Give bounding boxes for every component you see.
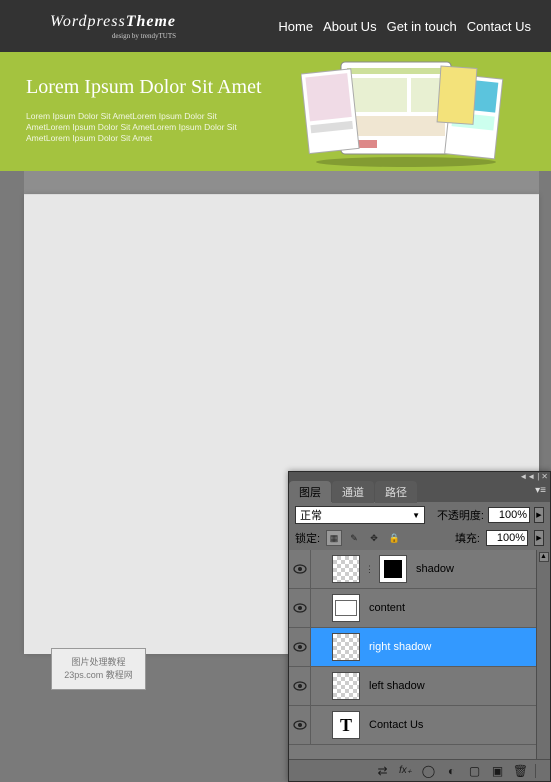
new-layer-icon[interactable]: ▣ (489, 764, 506, 778)
close-icon[interactable]: ✕ (541, 473, 548, 481)
layer-mask-thumb[interactable] (379, 555, 407, 583)
panel-menu-icon[interactable]: ▾≡ (535, 485, 546, 496)
nav-about[interactable]: About Us (323, 19, 376, 34)
layer-row-right-shadow[interactable]: right shadow (289, 628, 536, 667)
logo-subtitle: design by trendyTUTS (112, 32, 176, 40)
layers-scrollbar[interactable]: ▲ (536, 550, 550, 759)
nav-contact-us[interactable]: Contact Us (467, 19, 531, 34)
layer-label: right shadow (369, 641, 431, 653)
blend-mode-value: 正常 (300, 507, 322, 523)
link-layers-icon[interactable]: ⇄ (374, 764, 391, 778)
panel-tabs: 图层 通道 路径 ▾≡ (289, 482, 550, 502)
lock-position-icon[interactable]: ✥ (366, 530, 382, 546)
adjustment-layer-icon[interactable]: ◐ (443, 764, 460, 778)
layer-mask-icon[interactable]: ◯ (420, 764, 437, 778)
eye-icon (293, 720, 307, 730)
link-icon: ⋮ (365, 564, 374, 575)
chevron-down-icon: ▼ (412, 511, 420, 520)
lock-pixels-icon[interactable]: ✎ (346, 530, 362, 546)
watermark-line2: 23ps.com 教程网 (64, 669, 133, 682)
layer-label: content (369, 602, 405, 614)
tab-paths[interactable]: 路径 (375, 481, 417, 503)
layer-row-shadow[interactable]: ⋮ shadow (289, 550, 536, 589)
visibility-toggle[interactable] (289, 667, 311, 705)
layer-row-left-shadow[interactable]: left shadow (289, 667, 536, 706)
logo-word-2: Theme (126, 13, 176, 30)
fill-arrow-button[interactable]: ▶ (534, 530, 544, 546)
layer-label: Contact Us (369, 719, 423, 731)
lock-all-icon[interactable]: 🔒 (386, 530, 402, 546)
lock-label: 锁定: (295, 530, 320, 546)
layer-content: left shadow (311, 667, 536, 705)
eye-icon (293, 603, 307, 613)
opacity-arrow-button[interactable]: ▶ (534, 507, 544, 523)
logo[interactable]: WordpressTheme design by trendyTUTS (50, 13, 176, 40)
panel-body: 正常 ▼ 不透明度: 100% ▶ 锁定: ▦ ✎ ✥ 🔒 填充: 100% ▶ (289, 502, 550, 781)
layer-row-contact-text[interactable]: T Contact Us (289, 706, 536, 745)
fill-input[interactable]: 100% (486, 530, 528, 546)
new-group-icon[interactable]: ▢ (466, 764, 483, 778)
layer-fx-icon[interactable]: fx₊ (397, 764, 414, 778)
eye-icon (293, 642, 307, 652)
fill-label: 填充: (455, 530, 480, 546)
layers-list: ⋮ shadow content (289, 550, 536, 759)
nav-home[interactable]: Home (278, 19, 313, 34)
layer-thumb[interactable] (332, 672, 360, 700)
collapse-icon[interactable]: ◄◄ (519, 473, 535, 481)
tab-channels[interactable]: 通道 (332, 481, 374, 503)
layer-thumb[interactable] (332, 633, 360, 661)
lock-transparency-icon[interactable]: ▦ (326, 530, 342, 546)
layers-panel: ◄◄ | ✕ 图层 通道 路径 ▾≡ 正常 ▼ 不透明度: 100% ▶ 锁定:… (288, 471, 551, 782)
logo-main: WordpressTheme (50, 13, 176, 31)
layer-label: left shadow (369, 680, 425, 692)
layer-row-content[interactable]: content (289, 589, 536, 628)
layers-scroll-area: ⋮ shadow content (289, 550, 550, 759)
titlebar-divider: | (537, 473, 539, 481)
watermark-line1: 图片处理教程 (71, 656, 125, 669)
eye-icon (293, 564, 307, 574)
blend-row: 正常 ▼ 不透明度: 100% ▶ (289, 502, 550, 528)
hero-illustration (301, 60, 511, 168)
visibility-toggle[interactable] (289, 550, 311, 588)
layer-thumb[interactable] (332, 594, 360, 622)
opacity-input[interactable]: 100% (488, 507, 530, 523)
scroll-up-button[interactable]: ▲ (539, 552, 549, 562)
visibility-toggle[interactable] (289, 589, 311, 627)
visibility-toggle[interactable] (289, 706, 311, 744)
blend-mode-select[interactable]: 正常 ▼ (295, 506, 425, 524)
lock-icons-group: ▦ ✎ ✥ 🔒 (326, 530, 402, 546)
panel-footer: ⇄ fx₊ ◯ ◐ ▢ ▣ 🗑 (289, 759, 550, 781)
layer-content: T Contact Us (311, 706, 536, 744)
layer-content: content (311, 589, 536, 627)
tab-layers[interactable]: 图层 (289, 481, 331, 503)
lock-row: 锁定: ▦ ✎ ✥ 🔒 填充: 100% ▶ (289, 528, 550, 550)
opacity-label: 不透明度: (437, 507, 484, 523)
layer-content: ⋮ shadow (311, 550, 536, 588)
delete-layer-icon[interactable]: 🗑 (512, 764, 529, 778)
logo-word-1: Wordpress (50, 13, 126, 30)
nav-menu: Home About Us Get in touch Contact Us (278, 19, 531, 34)
top-header: WordpressTheme design by trendyTUTS Home… (0, 0, 551, 52)
type-layer-thumb[interactable]: T (332, 711, 360, 739)
layer-label: shadow (416, 563, 454, 575)
eye-icon (293, 681, 307, 691)
watermark-badge: 图片处理教程 23ps.com 教程网 (51, 648, 146, 690)
layer-thumb[interactable] (332, 555, 360, 583)
layer-content: right shadow (311, 628, 536, 666)
visibility-toggle[interactable] (289, 628, 311, 666)
nav-contact-touch[interactable]: Get in touch (387, 19, 457, 34)
